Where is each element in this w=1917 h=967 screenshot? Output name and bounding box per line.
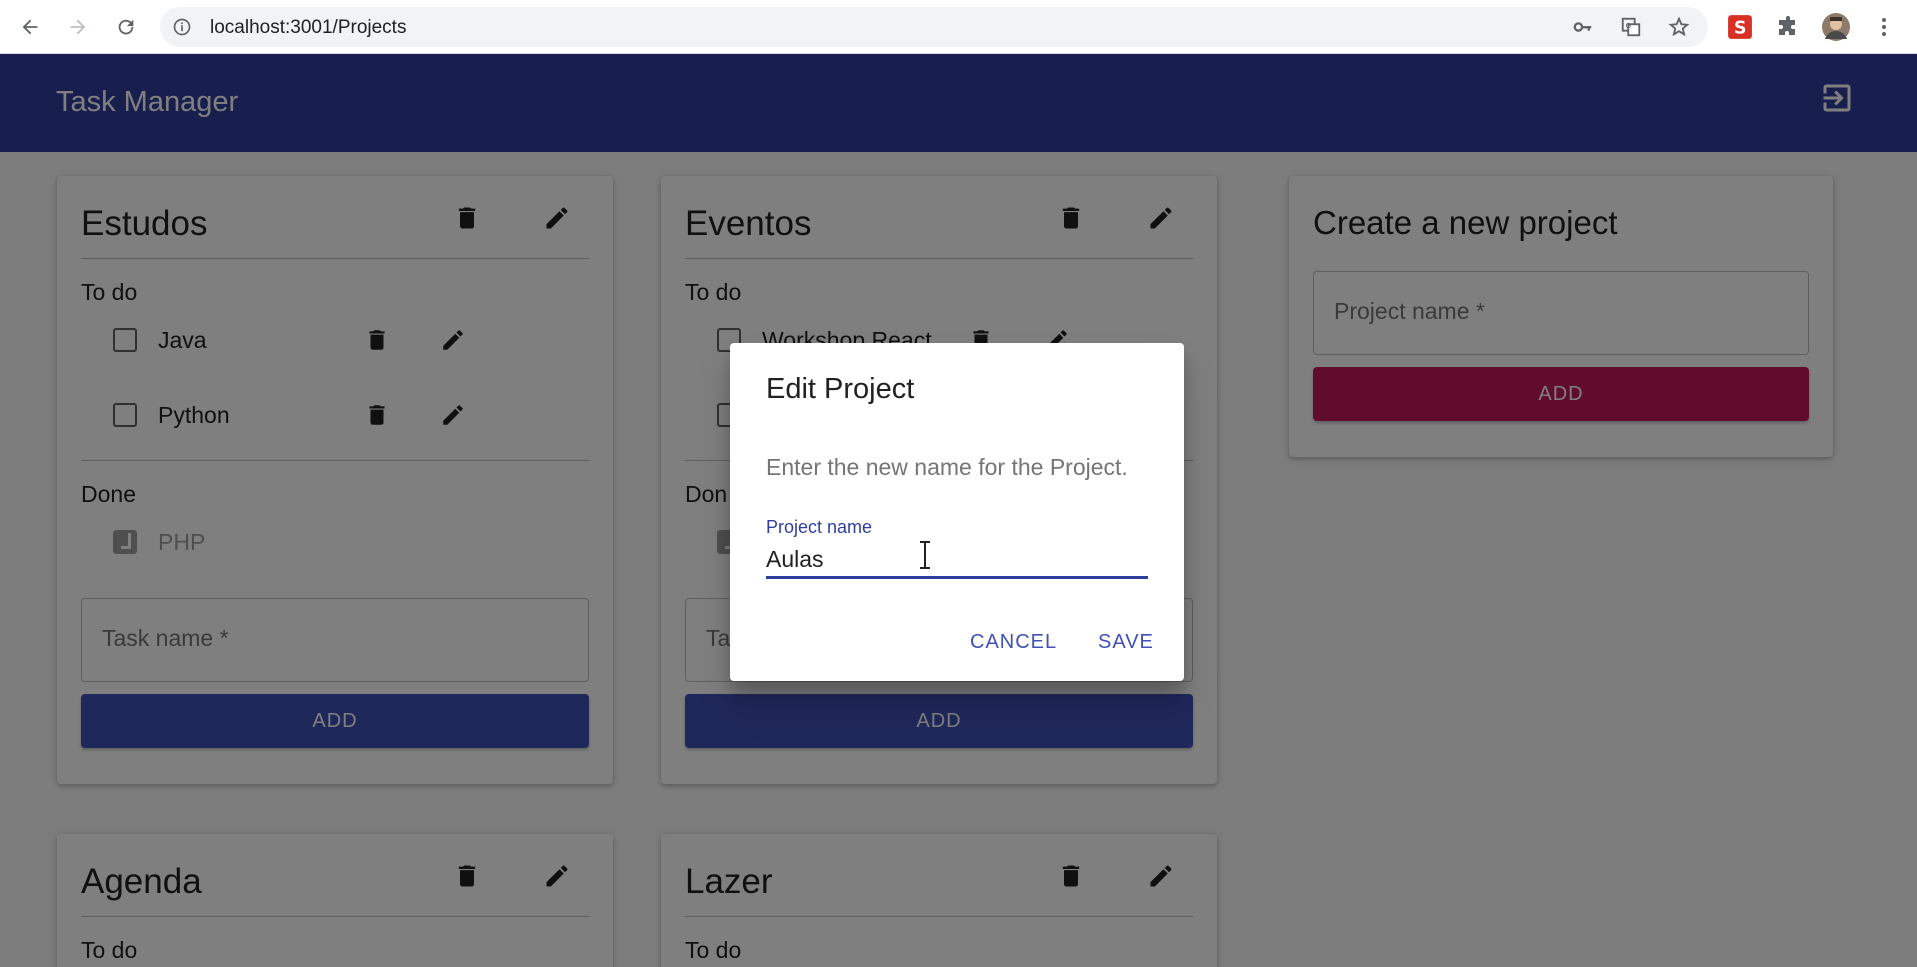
svg-text:G: G <box>1626 21 1632 30</box>
info-icon[interactable] <box>172 17 192 37</box>
profile-avatar[interactable] <box>1822 13 1850 41</box>
forward-icon[interactable] <box>64 13 92 41</box>
reload-icon[interactable] <box>112 13 140 41</box>
menu-kebab-icon[interactable] <box>1870 13 1898 41</box>
edit-project-dialog: Edit Project Enter the new name for the … <box>730 343 1184 681</box>
svg-text:S: S <box>1734 19 1746 39</box>
extension-s-icon[interactable]: S <box>1726 13 1754 41</box>
bookmark-star-icon[interactable] <box>1668 16 1690 38</box>
project-name-field[interactable] <box>766 543 1148 579</box>
cancel-button[interactable]: CANCEL <box>970 631 1057 654</box>
url-text[interactable]: localhost:3001/Projects <box>210 17 406 39</box>
text-cursor-icon <box>920 541 930 569</box>
key-icon[interactable] <box>1572 16 1594 38</box>
extensions-puzzle-icon[interactable] <box>1774 13 1802 41</box>
back-icon[interactable] <box>16 13 44 41</box>
translate-icon[interactable]: G <box>1620 16 1642 38</box>
address-bar[interactable]: localhost:3001/Projects G <box>160 7 1708 47</box>
dialog-description: Enter the new name for the Project. <box>766 454 1128 480</box>
browser-toolbar: localhost:3001/Projects G S <box>0 0 1917 54</box>
project-name-label: Project name <box>766 517 873 537</box>
dialog-title: Edit Project <box>766 373 915 405</box>
save-button[interactable]: SAVE <box>1098 631 1154 654</box>
